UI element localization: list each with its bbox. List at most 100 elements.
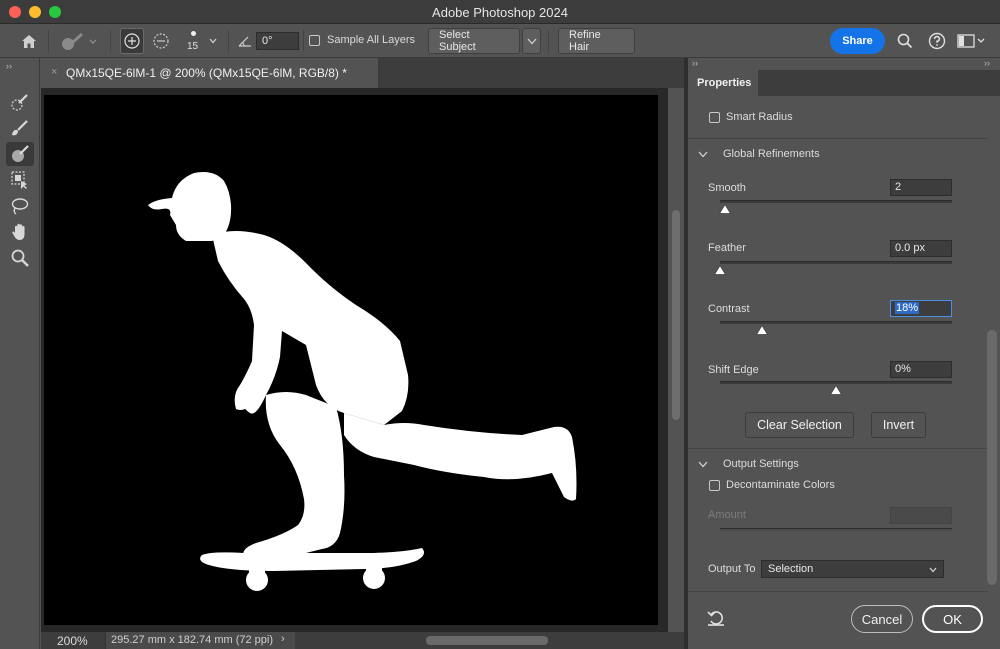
hand-tool[interactable] bbox=[6, 220, 34, 244]
sample-all-layers-checkbox[interactable] bbox=[309, 35, 320, 46]
tab-properties[interactable]: Properties bbox=[688, 70, 758, 96]
status-info-chevron-icon[interactable]: › bbox=[281, 633, 285, 645]
properties-scrollbar[interactable] bbox=[987, 330, 997, 585]
chevron-down-icon bbox=[527, 38, 536, 44]
panel-expand-left-icon[interactable]: ›› bbox=[692, 58, 698, 68]
ok-button[interactable]: OK bbox=[922, 605, 983, 633]
angle-label bbox=[236, 28, 254, 54]
skateboarder-mask-image bbox=[148, 172, 577, 591]
refine-edge-brush-icon bbox=[12, 120, 28, 136]
output-to-value: Selection bbox=[768, 563, 814, 575]
chevron-down-icon bbox=[209, 38, 217, 44]
document-tab[interactable]: × QMx15QE-6lM-1 @ 200% (QMx15QE-6lM, RGB… bbox=[44, 58, 378, 88]
smooth-slider-track[interactable] bbox=[720, 200, 952, 203]
workspace-icon bbox=[957, 34, 985, 48]
reset-button[interactable] bbox=[706, 609, 728, 629]
brush-dot-icon bbox=[191, 31, 196, 36]
shift-edge-input[interactable]: 0% bbox=[890, 361, 952, 378]
angle-icon bbox=[238, 36, 251, 47]
shift-edge-slider-track[interactable] bbox=[720, 381, 952, 384]
subtract-from-selection-button[interactable] bbox=[149, 28, 173, 54]
panel-collapse-right-icon[interactable]: ›› bbox=[984, 58, 990, 68]
document-dimensions: 295.27 mm x 182.74 mm (72 ppi) bbox=[111, 634, 274, 646]
horizontal-scroll-thumb[interactable] bbox=[426, 636, 548, 645]
chevron-down-icon[interactable] bbox=[698, 461, 708, 468]
smooth-label: Smooth bbox=[708, 182, 746, 194]
smooth-input[interactable]: 2 bbox=[890, 179, 952, 196]
back-leg-silhouette bbox=[344, 413, 577, 501]
add-to-selection-button[interactable] bbox=[120, 28, 144, 54]
smart-radius-label: Smart Radius bbox=[726, 111, 793, 123]
front-leg-silhouette bbox=[243, 392, 345, 559]
share-button[interactable]: Share bbox=[830, 28, 885, 54]
shift-edge-slider-thumb[interactable] bbox=[829, 384, 843, 398]
select-subject-button[interactable]: Select Subject bbox=[428, 28, 520, 54]
chevron-down-icon bbox=[929, 567, 937, 573]
lasso-tool-icon bbox=[11, 198, 29, 215]
smooth-slider-thumb[interactable] bbox=[718, 203, 732, 217]
feather-slider-thumb[interactable] bbox=[713, 264, 727, 278]
amount-slider-track bbox=[720, 528, 952, 531]
brush-preset-icon bbox=[62, 33, 97, 50]
workspace-button[interactable] bbox=[956, 28, 986, 54]
contrast-slider-thumb[interactable] bbox=[755, 324, 769, 338]
refine-edge-brush-tool[interactable] bbox=[6, 116, 34, 140]
collapse-toolbar-icon[interactable]: ›› bbox=[6, 61, 12, 71]
object-selection-tool-icon bbox=[11, 171, 27, 189]
zoom-level[interactable]: 200% bbox=[57, 634, 88, 648]
head-silhouette bbox=[148, 172, 232, 241]
document-tab-bar: × QMx15QE-6lM-1 @ 200% (QMx15QE-6lM, RGB… bbox=[44, 58, 685, 88]
object-selection-tool[interactable] bbox=[6, 168, 34, 192]
hand-tool-icon bbox=[12, 223, 25, 240]
brush-size-picker[interactable]: 15 bbox=[182, 28, 222, 54]
close-tab-icon[interactable]: × bbox=[51, 66, 57, 78]
status-bar: 200% 295.27 mm x 182.74 mm (72 ppi) › bbox=[41, 632, 684, 649]
refine-hair-button[interactable]: Refine Hair bbox=[558, 28, 635, 54]
feather-input[interactable]: 0.0 px bbox=[890, 240, 952, 257]
shift-edge-label: Shift Edge bbox=[708, 364, 759, 376]
cancel-button[interactable]: Cancel bbox=[851, 605, 913, 633]
output-to-label: Output To bbox=[708, 563, 756, 575]
feather-label: Feather bbox=[708, 242, 746, 254]
home-icon bbox=[22, 35, 36, 48]
feather-slider-track[interactable] bbox=[720, 261, 952, 264]
decontaminate-colors-label: Decontaminate Colors bbox=[726, 479, 835, 491]
amount-label: Amount bbox=[708, 509, 746, 521]
global-refinements-header[interactable]: Global Refinements bbox=[723, 148, 820, 160]
chevron-down-icon[interactable] bbox=[698, 151, 708, 158]
decontaminate-colors-checkbox[interactable] bbox=[709, 480, 720, 491]
angle-value: 0° bbox=[262, 35, 273, 47]
options-bar: 15 0° Sample All Layers Select Subject R… bbox=[0, 24, 1000, 58]
contrast-input[interactable]: 18% bbox=[890, 300, 952, 317]
contrast-label: Contrast bbox=[708, 303, 750, 315]
search-button[interactable] bbox=[894, 28, 916, 54]
search-icon bbox=[897, 33, 913, 49]
output-to-select[interactable]: Selection bbox=[761, 560, 944, 578]
document-canvas[interactable] bbox=[44, 95, 658, 625]
home-button[interactable] bbox=[16, 28, 42, 54]
sample-all-layers-label: Sample All Layers bbox=[327, 34, 416, 46]
properties-panel: ›› ›› Properties Smart Radius Global Ref… bbox=[688, 58, 1000, 649]
clear-selection-button[interactable]: Clear Selection bbox=[745, 412, 854, 438]
help-button[interactable] bbox=[926, 28, 948, 54]
smart-radius-checkbox[interactable] bbox=[709, 112, 720, 123]
quick-selection-tool[interactable] bbox=[6, 90, 34, 114]
title-bar: Adobe Photoshop 2024 bbox=[0, 0, 1000, 24]
contrast-value-selected: 18% bbox=[895, 302, 920, 314]
contrast-slider-track[interactable] bbox=[720, 321, 952, 324]
amount-input bbox=[890, 507, 952, 524]
reset-icon bbox=[707, 611, 724, 626]
app-title: Adobe Photoshop 2024 bbox=[432, 5, 568, 20]
vertical-scroll-thumb[interactable] bbox=[672, 210, 680, 420]
zoom-tool[interactable] bbox=[6, 246, 34, 270]
canvas-vertical-scrollbar[interactable] bbox=[669, 88, 683, 632]
brush-tool[interactable] bbox=[6, 142, 34, 166]
invert-button[interactable]: Invert bbox=[871, 412, 926, 438]
lasso-tool[interactable] bbox=[6, 194, 34, 218]
zoom-tool-icon bbox=[11, 249, 29, 267]
help-icon bbox=[928, 32, 946, 50]
brush-preset-picker[interactable] bbox=[56, 28, 100, 54]
angle-input[interactable]: 0° bbox=[256, 32, 299, 50]
output-settings-header[interactable]: Output Settings bbox=[723, 458, 799, 470]
select-subject-dropdown[interactable] bbox=[522, 28, 541, 54]
